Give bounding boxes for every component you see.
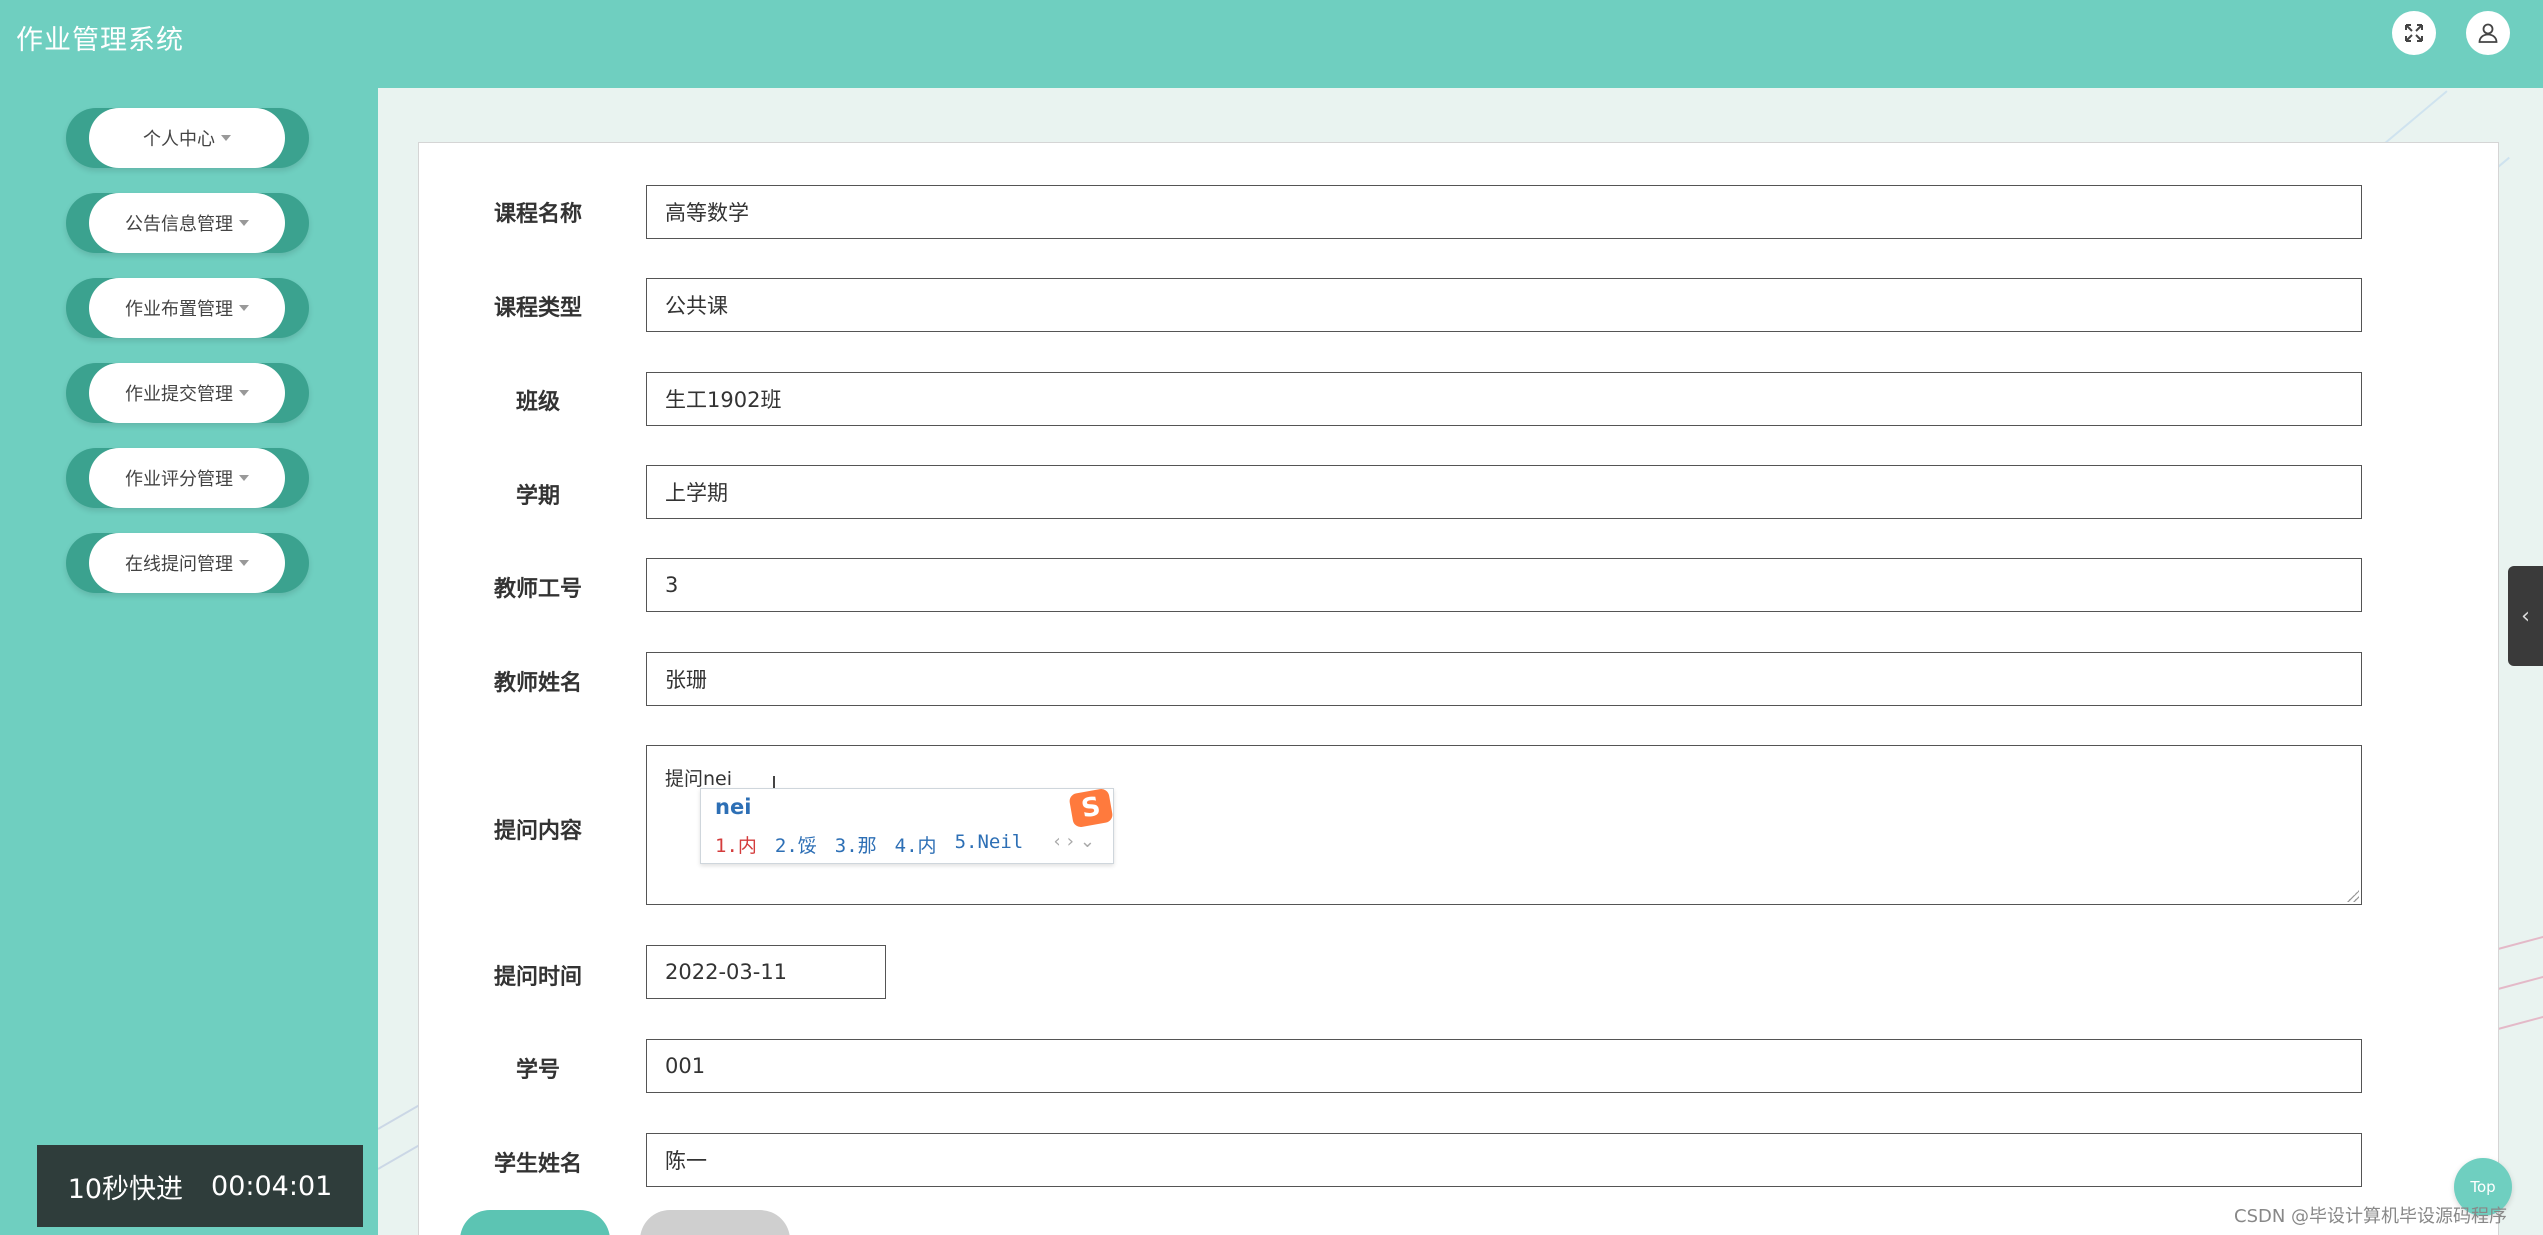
submit-button[interactable] — [460, 1210, 610, 1235]
semester-input[interactable]: 上学期 — [646, 465, 2362, 519]
question-time-input[interactable]: 2022-03-11 — [646, 945, 886, 999]
sidebar-item-pill[interactable]: 在线提问管理 — [89, 533, 285, 593]
teacher-id-input[interactable]: 3 — [646, 558, 2362, 612]
semester-label: 学期 — [515, 484, 560, 509]
student-name-input[interactable]: 陈一 — [646, 1133, 2362, 1187]
ime-candidate-list: 1.内 2.馁 3.那 4.内 5.Neil — [715, 831, 1023, 858]
top-header: 作业管理系统 — [0, 0, 2543, 88]
course-type-label: 课程类型 — [493, 296, 582, 321]
decorative-line — [2497, 972, 2543, 990]
sidebar — [0, 88, 378, 1235]
ime-candidate[interactable]: 1.内 — [715, 831, 757, 858]
app-title: 作业管理系统 — [16, 25, 184, 56]
chevron-down-icon — [221, 135, 231, 141]
ime-page-nav-icons[interactable]: ‹›⌄ — [1054, 831, 1101, 852]
sidebar-item-submission[interactable]: 作业提交管理 — [66, 363, 309, 423]
ime-candidate[interactable]: 2.馁 — [775, 831, 817, 858]
fullscreen-button[interactable] — [2392, 11, 2436, 55]
course-name-input[interactable]: 高等数学 — [646, 185, 2362, 239]
video-overlay-bar[interactable]: 10秒快进 00:04:01 — [37, 1145, 363, 1227]
sidebar-item-pill[interactable]: 个人中心 — [89, 108, 285, 168]
class-label: 班级 — [515, 390, 560, 415]
class-input[interactable]: 生工1902班 — [646, 372, 2362, 426]
ime-logo: S — [1068, 787, 1114, 829]
sidebar-item-online-question[interactable]: 在线提问管理 — [66, 533, 309, 593]
expand-icon — [2405, 24, 2423, 42]
sidebar-item-label: 公告信息管理 — [125, 214, 233, 235]
question-time-label: 提问时间 — [493, 965, 582, 990]
teacher-id-label: 教师工号 — [493, 577, 582, 602]
sidebar-item-label: 在线提问管理 — [125, 554, 233, 575]
sidebar-item-grading[interactable]: 作业评分管理 — [66, 448, 309, 508]
ime-candidate-popup[interactable]: nei S 1.内 2.馁 3.那 4.内 5.Neil ‹›⌄ — [700, 787, 1114, 864]
watermark-text: CSDN @毕设计算机毕设源码程序 — [2234, 1206, 2508, 1227]
sidebar-item-label: 作业提交管理 — [125, 384, 233, 405]
ime-candidate[interactable]: 3.那 — [835, 831, 877, 858]
chevron-down-icon — [239, 390, 249, 396]
cancel-button[interactable] — [640, 1210, 790, 1235]
video-time: 00:04:01 — [211, 1170, 333, 1202]
course-type-input[interactable]: 公共课 — [646, 278, 2362, 332]
chevron-down-icon — [239, 560, 249, 566]
ime-composition: nei — [715, 795, 752, 819]
sidebar-item-pill[interactable]: 作业布置管理 — [89, 278, 285, 338]
question-content-text: 提问nei — [665, 768, 733, 790]
sidebar-item-personal-center[interactable]: 个人中心 — [66, 108, 309, 168]
decorative-line — [2497, 1012, 2543, 1030]
chevron-down-icon — [239, 475, 249, 481]
resize-handle[interactable] — [2347, 890, 2359, 902]
student-id-input[interactable]: 001 — [646, 1039, 2362, 1093]
sidebar-item-assignment[interactable]: 作业布置管理 — [66, 278, 309, 338]
decorative-line — [2377, 90, 2448, 150]
user-button[interactable] — [2466, 11, 2510, 55]
sidebar-item-pill[interactable]: 公告信息管理 — [89, 193, 285, 253]
collapse-side-tab[interactable]: ‹ — [2508, 566, 2543, 666]
sidebar-item-label: 作业布置管理 — [125, 299, 233, 320]
sidebar-item-pill[interactable]: 作业提交管理 — [89, 363, 285, 423]
teacher-name-label: 教师姓名 — [493, 671, 582, 696]
student-name-label: 学生姓名 — [493, 1152, 582, 1177]
student-id-label: 学号 — [515, 1058, 560, 1083]
sidebar-item-label: 个人中心 — [143, 129, 215, 150]
sidebar-item-pill[interactable]: 作业评分管理 — [89, 448, 285, 508]
chevron-down-icon — [239, 220, 249, 226]
question-content-label: 提问内容 — [493, 819, 582, 844]
ime-candidate[interactable]: 4.内 — [895, 831, 937, 858]
teacher-name-input[interactable]: 张珊 — [646, 652, 2362, 706]
course-name-label: 课程名称 — [493, 202, 582, 227]
chevron-down-icon — [239, 305, 249, 311]
chevron-left-icon: ‹ — [2521, 603, 2530, 629]
user-icon — [2478, 23, 2498, 43]
ime-candidate[interactable]: 5.Neil — [955, 831, 1024, 858]
sidebar-item-label: 作业评分管理 — [125, 469, 233, 490]
decorative-line — [2497, 932, 2543, 950]
sidebar-item-announcement[interactable]: 公告信息管理 — [66, 193, 309, 253]
skip-forward-button[interactable]: 10秒快进 — [68, 1167, 183, 1206]
